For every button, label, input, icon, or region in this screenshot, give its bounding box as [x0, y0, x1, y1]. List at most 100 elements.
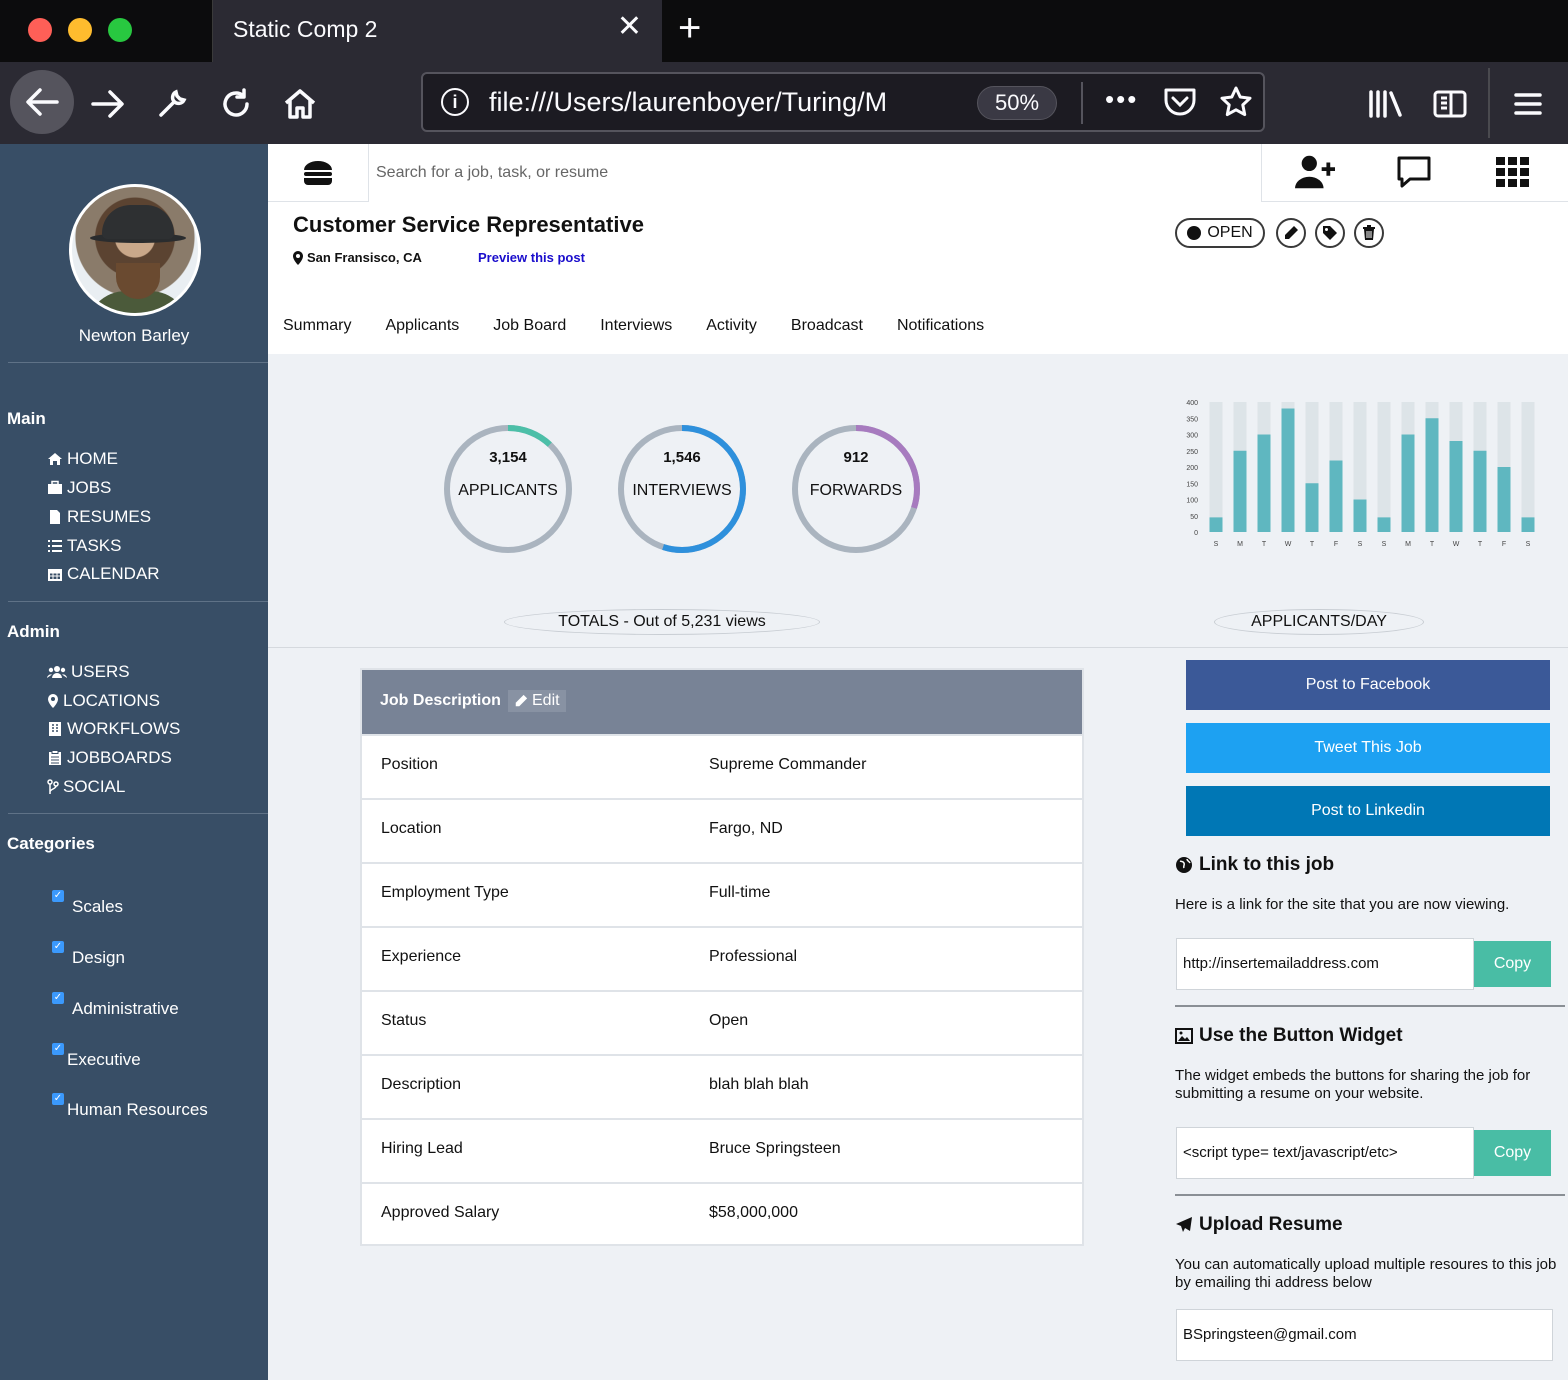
zoom-level[interactable]: 50%	[977, 86, 1057, 120]
row-key: Position	[381, 756, 438, 773]
sidebar-item-tasks[interactable]: TASKS	[47, 536, 121, 556]
home-icon[interactable]	[280, 84, 320, 124]
new-tab-icon[interactable]: +	[678, 8, 701, 48]
window-maximize-button[interactable]	[108, 18, 132, 42]
row-key: Location	[381, 820, 442, 837]
tab-bar: Summary Applicants Job Board Interviews …	[283, 317, 1018, 335]
search-input[interactable]	[369, 144, 1261, 202]
home-icon	[48, 453, 62, 465]
bar	[1305, 483, 1319, 532]
post-to-linkedin-button[interactable]: Post to Linkedin	[1186, 786, 1550, 836]
search-field[interactable]	[369, 144, 1262, 202]
tab-summary[interactable]: Summary	[283, 317, 351, 335]
bar	[1449, 441, 1463, 532]
y-tick-label: 250	[1186, 449, 1198, 456]
pocket-icon[interactable]	[1163, 86, 1197, 123]
post-to-facebook-button[interactable]: Post to Facebook	[1186, 660, 1550, 710]
library-icon[interactable]	[1366, 84, 1406, 124]
sidebar-item-calendar[interactable]: CALENDAR	[47, 564, 160, 584]
sidebar-item-home[interactable]: HOME	[47, 449, 118, 469]
add-user-button[interactable]	[1295, 152, 1335, 192]
sidebar-item-locations[interactable]: LOCATIONS	[47, 691, 160, 711]
toolbar-separator	[1488, 68, 1490, 138]
clipboard-icon	[49, 750, 61, 765]
arrow-left-icon	[26, 88, 59, 116]
url-separator	[1081, 82, 1083, 124]
sidebar-heading-main: Main	[7, 409, 46, 428]
tab-activity[interactable]: Activity	[706, 317, 757, 335]
browser-tab[interactable]: Static Comp 2 ✕	[212, 0, 662, 62]
checkbox[interactable]: ✓	[52, 941, 64, 953]
row-value: Open	[709, 1012, 749, 1029]
x-tick-label: S	[1526, 541, 1531, 548]
url-text[interactable]: file:///Users/laurenboyer/Turing/M	[489, 87, 909, 118]
sidebar-toggle-icon[interactable]	[1430, 84, 1470, 124]
y-tick-label: 150	[1186, 481, 1198, 488]
edit-label: Edit	[532, 692, 560, 709]
avatar[interactable]	[69, 184, 201, 316]
bar-track	[1521, 402, 1535, 532]
tab-close-icon[interactable]: ✕	[617, 12, 642, 42]
edit-button[interactable]	[1276, 218, 1306, 248]
map-pin-icon	[293, 250, 303, 265]
applicants-count: 3,154	[489, 449, 527, 466]
sidebar: Newton Barley Main HOME JOBS RESUMES TAS…	[0, 144, 268, 1380]
x-tick-label: S	[1358, 541, 1363, 548]
apps-grid-button[interactable]	[1493, 152, 1533, 192]
bar	[1377, 517, 1391, 532]
tag-button[interactable]	[1315, 218, 1345, 248]
bar	[1257, 434, 1271, 532]
checkbox[interactable]: ✓	[52, 1093, 64, 1105]
job-location: San Fransisco, CA	[293, 250, 422, 265]
more-icon[interactable]: •••	[1105, 84, 1138, 115]
copy-link-button[interactable]: Copy	[1474, 941, 1551, 987]
checkbox[interactable]: ✓	[52, 890, 64, 902]
sidebar-item-social[interactable]: SOCIAL	[47, 777, 125, 797]
sidebar-item-jobboards[interactable]: JOBBOARDS	[47, 748, 172, 768]
job-description-table: Job Description Edit Position Supreme Co…	[360, 668, 1084, 1246]
tab-job-board[interactable]: Job Board	[493, 317, 566, 335]
address-bar[interactable]: i file:///Users/laurenboyer/Turing/M 50%…	[421, 72, 1265, 132]
checkbox[interactable]: ✓	[52, 992, 64, 1004]
row-key: Employment Type	[381, 884, 509, 901]
info-icon[interactable]: i	[441, 88, 469, 116]
checkbox[interactable]: ✓	[52, 1043, 64, 1055]
preview-post-link[interactable]: Preview this post	[478, 250, 585, 265]
sidebar-item-jobs[interactable]: JOBS	[47, 478, 111, 498]
username[interactable]: Newton Barley	[0, 326, 268, 346]
widget-code-field[interactable]: <script type= text/javascript/etc>	[1176, 1127, 1474, 1179]
back-button[interactable]	[10, 70, 74, 134]
window-close-button[interactable]	[28, 18, 52, 42]
upload-section-heading: Upload Resume	[1175, 1214, 1343, 1236]
totals-label: TOTALS - Out of 5,231 views	[504, 609, 820, 635]
wrench-icon[interactable]	[152, 84, 192, 124]
job-description-edit-button[interactable]: Edit	[508, 690, 566, 712]
sidebar-item-users[interactable]: USERS	[47, 662, 130, 682]
window-minimize-button[interactable]	[68, 18, 92, 42]
tab-interviews[interactable]: Interviews	[600, 317, 672, 335]
tab-applicants[interactable]: Applicants	[385, 317, 459, 335]
copy-widget-button[interactable]: Copy	[1474, 1130, 1551, 1176]
messages-button[interactable]	[1394, 152, 1434, 192]
upload-email-field[interactable]: BSpringsteen@gmail.com	[1176, 1309, 1553, 1361]
hamburger-menu-button[interactable]	[268, 144, 369, 202]
sidebar-item-workflows[interactable]: WORKFLOWS	[47, 719, 180, 739]
status-badge[interactable]: OPEN	[1175, 218, 1265, 248]
menu-icon[interactable]	[1508, 84, 1548, 124]
interviews-label: INTERVIEWS	[632, 482, 732, 499]
tab-title: Static Comp 2	[233, 16, 378, 42]
category-label: Scales	[72, 897, 124, 916]
job-link-field[interactable]: http://insertemailaddress.com	[1176, 938, 1474, 990]
pencil-icon	[1285, 226, 1298, 239]
y-tick-label: 50	[1190, 514, 1198, 521]
bar	[1329, 460, 1343, 532]
reload-icon[interactable]	[216, 84, 256, 124]
bookmark-star-icon[interactable]	[1219, 85, 1253, 124]
link-section-text: Here is a link for the site that you are…	[1175, 896, 1510, 913]
forward-button[interactable]	[88, 84, 128, 124]
delete-button[interactable]	[1354, 218, 1384, 248]
tab-notifications[interactable]: Notifications	[897, 317, 984, 335]
sidebar-item-resumes[interactable]: RESUMES	[47, 507, 151, 527]
tab-broadcast[interactable]: Broadcast	[791, 317, 863, 335]
tweet-job-button[interactable]: Tweet This Job	[1186, 723, 1550, 773]
